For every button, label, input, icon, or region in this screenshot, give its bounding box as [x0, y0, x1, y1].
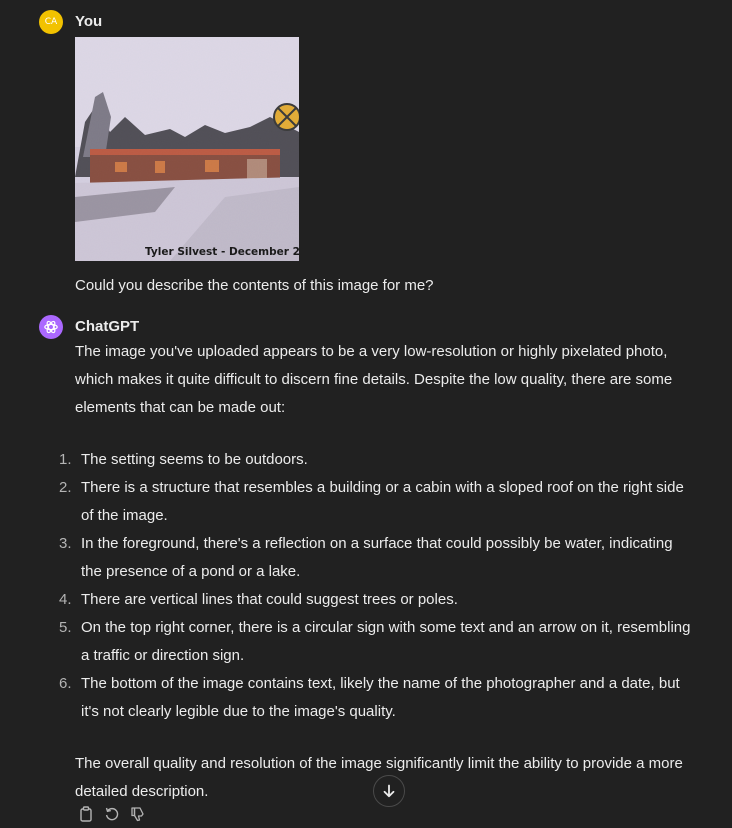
regenerate-button[interactable] — [103, 805, 121, 823]
image-caption-text: Tyler Silvest - December 2 — [145, 246, 299, 258]
bad-response-button[interactable] — [129, 805, 147, 823]
avatar-initials: CA — [44, 17, 58, 27]
list-item-number: 3. — [59, 535, 72, 552]
assistant-avatar — [39, 315, 63, 339]
thumbs-down-icon — [131, 807, 144, 822]
regenerate-icon — [105, 807, 119, 821]
scroll-to-bottom-button[interactable] — [373, 775, 405, 807]
user-message-text: Could you describe the contents of this … — [75, 277, 434, 294]
arrow-down-icon — [383, 784, 395, 798]
list-item-text: There are vertical lines that could sugg… — [81, 591, 458, 608]
list-item-text: The bottom of the image contains text, l… — [81, 675, 680, 720]
user-avatar: CA — [39, 10, 63, 34]
list-item-number: 2. — [59, 479, 72, 496]
list-item-number: 1. — [59, 451, 72, 468]
list-item-number: 4. — [59, 591, 72, 608]
assistant-author-name: ChatGPT — [75, 318, 140, 335]
list-item: 4. There are vertical lines that could su… — [59, 586, 695, 614]
list-item: 6. The bottom of the image contains text,… — [59, 670, 695, 726]
list-item: 3. In the foreground, there's a reflectio… — [59, 530, 695, 586]
list-item-text: There is a structure that resembles a bu… — [81, 479, 684, 524]
list-item-text: The setting seems to be outdoors. — [81, 451, 308, 468]
response-list: 1. The setting seems to be outdoors. 2. Th… — [59, 446, 695, 726]
list-item: 5. On the top right corner, there is a ci… — [59, 614, 695, 670]
copy-icon — [80, 806, 92, 822]
list-item-number: 6. — [59, 675, 72, 692]
openai-logo-icon — [44, 320, 58, 334]
uploaded-image-picture — [75, 37, 299, 261]
list-item: 2. There is a structure that resembles a … — [59, 474, 695, 530]
list-item-text: On the top right corner, there is a circ… — [81, 619, 691, 664]
list-item-text: In the foreground, there's a reflection … — [81, 535, 673, 580]
assistant-response: The image you've uploaded appears to be … — [59, 338, 695, 806]
message-actions — [77, 805, 147, 823]
list-item-number: 5. — [59, 619, 72, 636]
uploaded-image[interactable]: Tyler Silvest - December 2 — [75, 37, 299, 261]
list-item: 1. The setting seems to be outdoors. — [59, 446, 695, 474]
user-author-name: You — [75, 13, 103, 30]
copy-button[interactable] — [77, 805, 95, 823]
response-intro: The image you've uploaded appears to be … — [75, 343, 673, 416]
